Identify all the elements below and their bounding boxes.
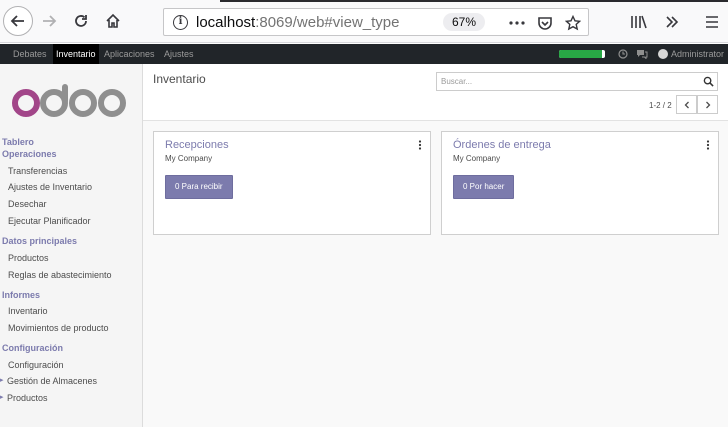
kanban-card-recepciones[interactable]: Recepciones My Company 0 Para recibir [153,131,431,235]
reload-button[interactable] [68,8,94,34]
avatar[interactable] [658,49,668,59]
library-button[interactable] [627,10,651,34]
sidebar-item-ejecutar-planificador[interactable]: Ejecutar Planificador [8,216,91,226]
pager-value[interactable]: 1-2 / 2 [649,101,672,110]
menu-debates[interactable]: Debates [10,44,50,64]
arrow-right-icon [43,15,57,27]
kanban-card-ordenes-entrega[interactable]: Órdenes de entrega My Company 0 Por hace… [441,131,719,235]
home-icon [106,13,120,28]
para-recibir-button[interactable]: 0 Para recibir [165,175,233,199]
caret-right-icon: ▸ [0,377,4,384]
user-menu[interactable]: Administrator [671,44,724,64]
progress-bar [559,50,605,58]
zoom-level[interactable]: 67% [443,13,485,31]
vertical-dots-icon[interactable] [706,140,710,150]
sidebar-item-label: Gestión de Almacenes [7,376,98,386]
sidebar-section-configuracion: Configuración [2,343,63,353]
back-button[interactable] [3,6,33,36]
sidebar-section-datos-principales: Datos principales [2,236,78,246]
menu-inventario[interactable]: Inventario [53,44,99,64]
forward-button[interactable] [36,8,62,34]
tab-strip [220,0,728,2]
control-panel: Inventario 1-2 / 2 [143,64,728,121]
url-bar[interactable]: i localhost:8069/web#view_type 67% [163,8,589,36]
caret-right-icon: ▸ [0,394,4,401]
menu-ajustes[interactable]: Ajustes [161,44,197,64]
breadcrumb: Inventario [153,72,206,86]
chat-icon[interactable] [636,48,648,60]
search-input[interactable] [437,73,697,90]
library-icon [631,15,647,29]
sidebar-item-desechar[interactable]: Desechar [8,199,47,209]
menu-aplicaciones[interactable]: Aplicaciones [101,44,158,64]
sidebar-section-operaciones: Operaciones [2,149,57,159]
sidebar-item-inventario[interactable]: Inventario [8,306,48,316]
sidebar-item-reglas-abastecimiento[interactable]: Reglas de abastecimiento [8,270,112,280]
reload-icon [75,15,87,27]
sidebar-item-transferencias[interactable]: Transferencias [8,166,67,176]
hamburger-icon [706,16,718,28]
chevron-left-icon [684,101,689,108]
card-company: My Company [453,154,501,163]
page-actions-button[interactable] [506,12,528,34]
overflow-button[interactable] [660,10,684,34]
bookmark-star-button[interactable] [562,12,584,34]
sidebar-item-ajustes-inventario[interactable]: Ajustes de Inventario [8,182,92,192]
sidebar-section-informes: Informes [2,290,41,300]
double-chevron-icon [666,16,679,28]
progress-fill [559,50,603,58]
sidebar: Tablero Operaciones Transferencias Ajust… [0,64,143,427]
main-content: Inventario 1-2 / 2 Recepciones My Compan… [143,64,728,427]
menu-button[interactable] [700,10,724,34]
info-icon[interactable]: i [173,15,188,30]
more-dots-icon [509,21,525,25]
clock-icon[interactable] [617,48,629,60]
card-company: My Company [165,154,213,163]
search-box[interactable] [436,72,718,91]
sidebar-item-config-productos[interactable]: ▸ Productos [0,393,48,403]
card-title[interactable]: Órdenes de entrega [453,139,551,151]
sidebar-item-configuracion[interactable]: Configuración [8,360,64,370]
odoo-logo [12,84,126,117]
por-hacer-button[interactable]: 0 Por hacer [453,175,515,199]
vertical-dots-icon[interactable] [418,140,422,150]
odoo-top-menu: Debates Inventario Aplicaciones Ajustes … [0,44,728,64]
star-icon [565,15,581,31]
sidebar-item-movimientos-producto[interactable]: Movimientos de producto [8,323,109,333]
pager-next-button[interactable] [697,95,718,114]
search-icon[interactable] [703,76,714,87]
card-title[interactable]: Recepciones [165,139,229,151]
pager-previous-button[interactable] [676,95,697,114]
sidebar-item-gestion-almacenes[interactable]: ▸ Gestión de Almacenes [0,376,98,386]
home-button[interactable] [100,8,126,34]
sidebar-item-label: Productos [7,393,48,403]
pocket-button[interactable] [534,12,556,34]
sidebar-item-productos[interactable]: Productos [8,253,49,263]
browser-toolbar: i localhost:8069/web#view_type 67% [0,0,728,43]
arrow-left-icon [10,15,24,27]
pocket-icon [538,17,552,30]
chevron-right-icon [705,101,710,108]
sidebar-section-tablero[interactable]: Tablero [2,137,34,147]
